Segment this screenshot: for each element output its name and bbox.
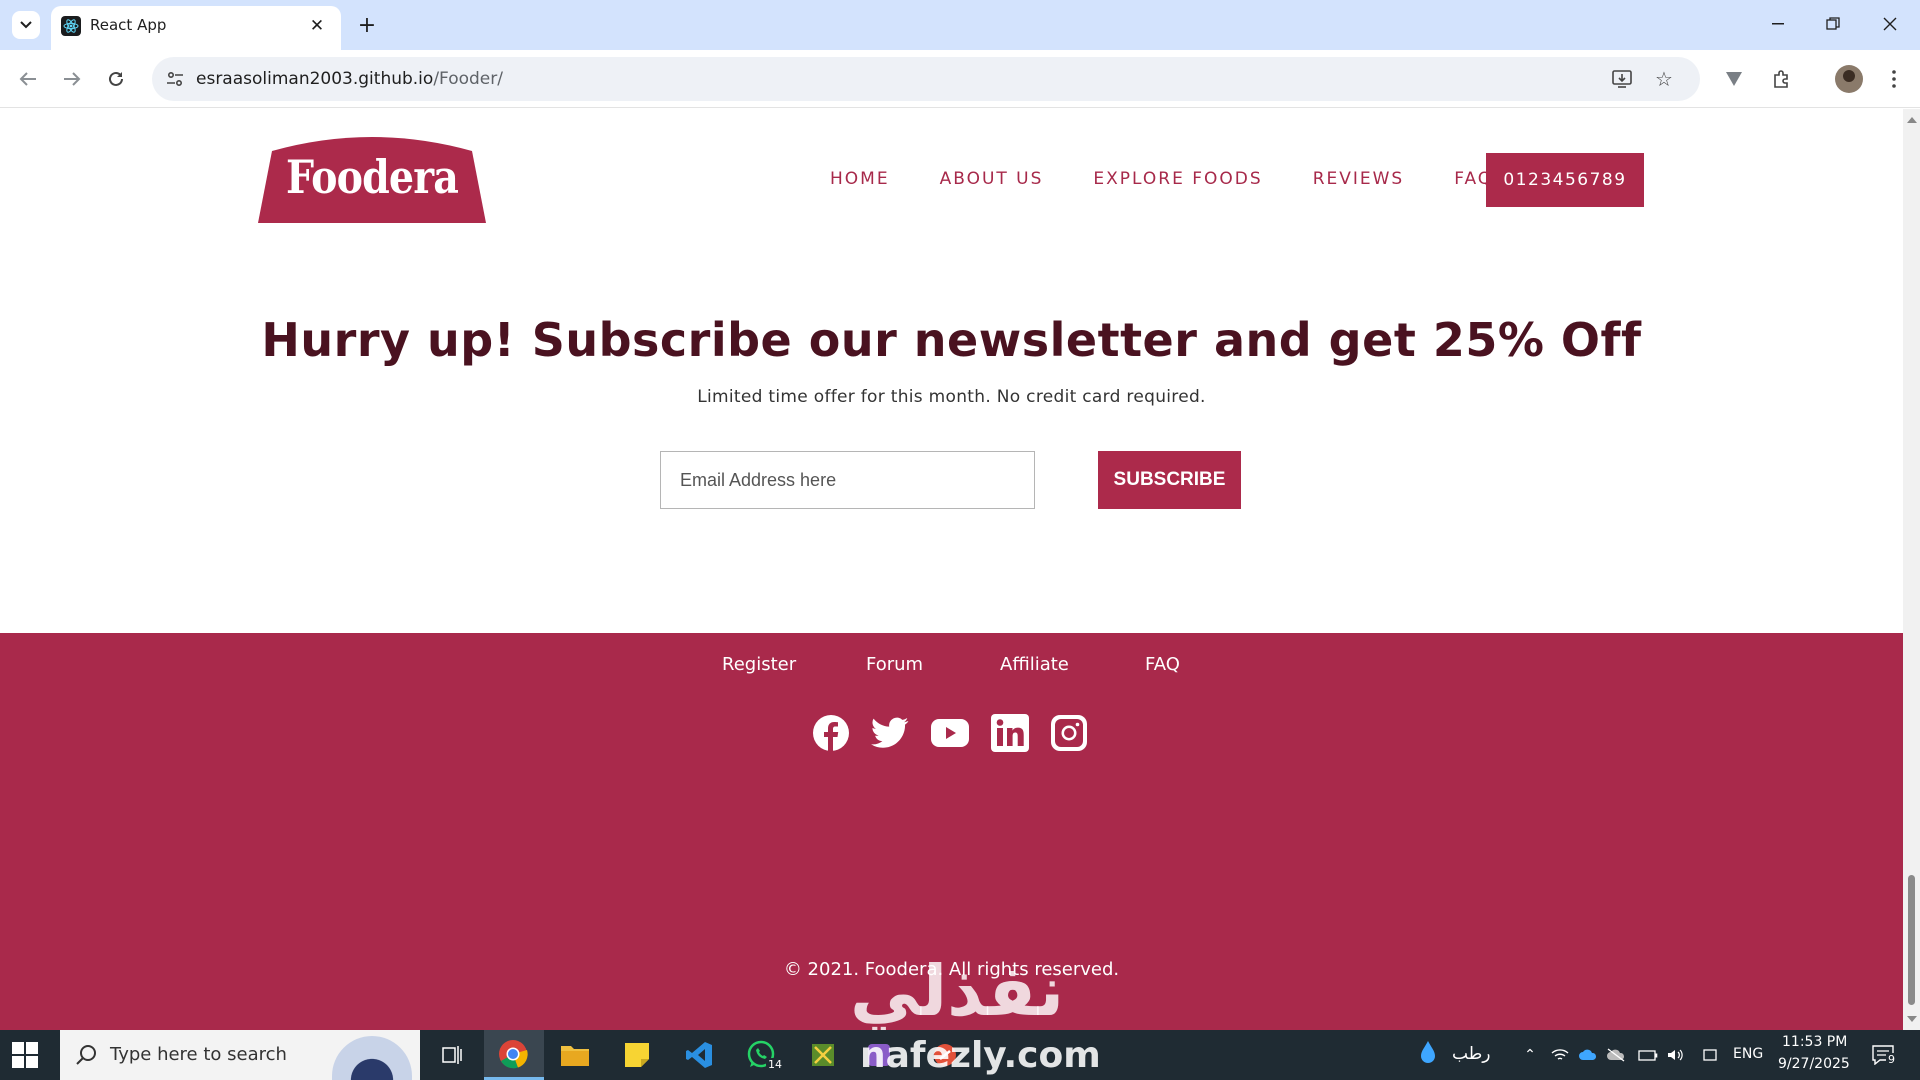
page-scrollbar[interactable] (1903, 109, 1920, 1030)
extensions-puzzle-icon[interactable] (1768, 65, 1796, 93)
watermark-arabic: نفذلي (850, 950, 1065, 1032)
main-nav: HOME ABOUT US EXPLORE FOODS REVIEWS FAQ (830, 152, 1543, 206)
search-highlight-art (332, 1036, 412, 1080)
scroll-down-arrow-icon[interactable] (1907, 1016, 1917, 1022)
profile-avatar[interactable] (1835, 65, 1863, 93)
browser-menu-icon[interactable] (1880, 65, 1908, 93)
nav-home[interactable]: HOME (830, 169, 890, 189)
scroll-up-arrow-icon[interactable] (1907, 117, 1917, 123)
clock-time[interactable]: 11:53 PM (1782, 1034, 1847, 1050)
watermark-latin: nafezly.com (860, 1035, 1101, 1076)
site-info-icon[interactable] (164, 68, 186, 90)
arrow-left-icon (19, 72, 36, 86)
notifications-icon[interactable]: 9 (1870, 1043, 1897, 1067)
tab-search-button[interactable] (12, 11, 40, 39)
cloud-offline-icon[interactable] (1606, 1045, 1626, 1065)
facebook-icon[interactable] (811, 713, 851, 753)
weather-text[interactable]: رطب (1452, 1044, 1490, 1064)
nav-explore-foods[interactable]: EXPLORE FOODS (1093, 169, 1262, 189)
newsletter-title: Hurry up! Subscribe our newsletter and g… (261, 313, 1642, 367)
network-icon[interactable] (1550, 1045, 1570, 1065)
instagram-icon[interactable] (1049, 713, 1089, 753)
extension-v-icon[interactable] (1720, 65, 1748, 93)
footer-link-faq[interactable]: FAQ (1145, 654, 1180, 675)
windows-start-icon[interactable] (12, 1042, 38, 1068)
arrow-right-icon (64, 72, 81, 86)
meet-now-icon[interactable] (1700, 1045, 1720, 1065)
youtube-icon[interactable] (930, 713, 970, 753)
footer-link-affiliate[interactable]: Affiliate (1000, 654, 1069, 675)
onedrive-cloud-icon[interactable] (1578, 1045, 1598, 1065)
whatsapp-icon[interactable]: 14 (744, 1038, 784, 1072)
taskbar-search-box[interactable]: Type here to search (60, 1030, 420, 1080)
chrome-taskbar-button[interactable] (484, 1030, 544, 1080)
file-explorer-icon[interactable] (558, 1038, 592, 1072)
weather-drop-icon[interactable] (1418, 1041, 1438, 1063)
snipping-tool-icon[interactable] (806, 1038, 840, 1072)
bookmark-star-icon[interactable]: ☆ (1652, 67, 1676, 91)
whatsapp-badge: 14 (766, 1058, 784, 1071)
restore-button[interactable] (1813, 8, 1853, 40)
newsletter-subtitle: Limited time offer for this month. No cr… (697, 387, 1206, 407)
close-icon (1883, 17, 1897, 31)
url-path: /Fooder/ (433, 69, 503, 89)
url-text[interactable]: esraasoliman2003.github.io/Fooder/ (196, 69, 503, 89)
react-favicon-icon (61, 16, 81, 36)
browser-tab-strip: React App ✕ + (0, 0, 1920, 50)
address-bar[interactable]: esraasoliman2003.github.io/Fooder/ ☆ (152, 57, 1700, 101)
browser-toolbar: esraasoliman2003.github.io/Fooder/ ☆ (0, 50, 1920, 108)
battery-icon[interactable] (1638, 1045, 1658, 1065)
taskbar-search-placeholder: Type here to search (110, 1044, 287, 1065)
twitter-icon[interactable] (870, 713, 910, 753)
reload-button[interactable] (100, 63, 132, 95)
chevron-down-icon (20, 21, 32, 29)
footer-link-forum[interactable]: Forum (866, 654, 923, 675)
clock-date[interactable]: 9/27/2025 (1778, 1056, 1850, 1072)
minimize-icon (1772, 23, 1784, 25)
logo-text: Foodera (286, 150, 459, 204)
tray-expand-chevron-icon[interactable]: ⌃ (1520, 1045, 1540, 1065)
tab-title: React App (90, 16, 167, 34)
scroll-thumb[interactable] (1908, 875, 1915, 1005)
phone-button[interactable]: 0123456789 (1486, 153, 1644, 207)
vscode-icon[interactable] (682, 1038, 716, 1072)
back-button[interactable] (12, 63, 44, 95)
nav-about-us[interactable]: ABOUT US (940, 169, 1044, 189)
minimize-button[interactable] (1758, 8, 1798, 40)
page-viewport: Foodera HOME ABOUT US EXPLORE FOODS REVI… (0, 109, 1903, 1030)
nav-reviews[interactable]: REVIEWS (1313, 169, 1405, 189)
notifications-count: 9 (1886, 1053, 1897, 1066)
browser-tab[interactable]: React App ✕ (51, 6, 341, 50)
subscribe-button[interactable]: SUBSCRIBE (1098, 451, 1241, 509)
chrome-icon (499, 1040, 528, 1069)
new-tab-button[interactable]: + (353, 11, 381, 39)
close-window-button[interactable] (1870, 8, 1910, 40)
sticky-notes-icon[interactable] (620, 1038, 654, 1072)
foodera-logo[interactable]: Foodera (258, 133, 486, 227)
task-view-icon[interactable] (434, 1038, 468, 1072)
volume-icon[interactable] (1666, 1045, 1686, 1065)
tab-close-icon[interactable]: ✕ (305, 14, 329, 38)
reload-icon (109, 71, 123, 86)
footer-link-register[interactable]: Register (722, 654, 796, 675)
url-host: esraasoliman2003.github.io (196, 69, 434, 89)
search-icon (76, 1045, 96, 1065)
install-app-icon[interactable] (1610, 67, 1634, 91)
linkedin-icon[interactable] (990, 713, 1030, 753)
forward-button[interactable] (56, 63, 88, 95)
restore-icon (1826, 17, 1840, 30)
email-input[interactable] (660, 451, 1035, 509)
language-indicator[interactable]: ENG (1733, 1046, 1763, 1062)
